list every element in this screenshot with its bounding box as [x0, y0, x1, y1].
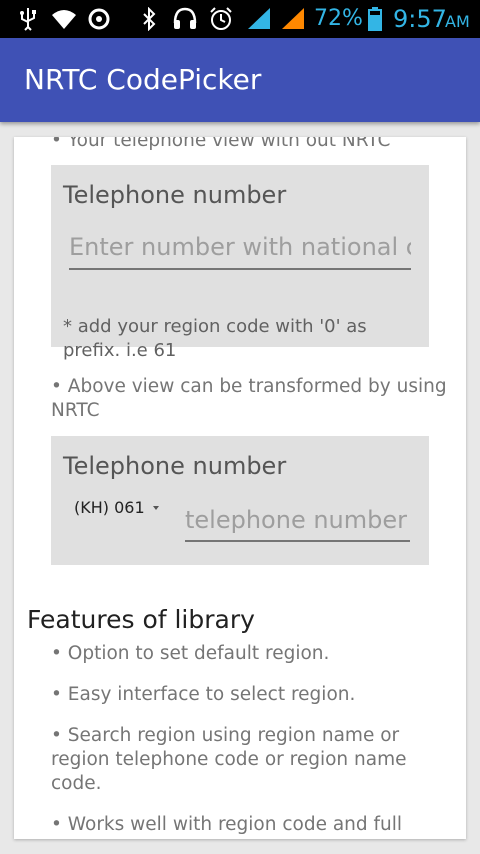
signal-icon [248, 8, 270, 29]
status-bar: 72% 9:57 AM [0, 0, 480, 38]
bullet-transform-nrtc: • Above view can be transformed by using… [51, 376, 447, 421]
telephone-number-input[interactable]: Enter number with national code [69, 233, 411, 261]
content-card[interactable]: • Your telephone view with out NRTC Tele… [14, 137, 466, 839]
app-bar: NRTC CodePicker [0, 38, 480, 122]
headset-icon [173, 7, 197, 29]
telephone-number-input[interactable]: telephone number [185, 506, 410, 534]
clock-ampm: AM [445, 12, 470, 31]
alarm-icon [210, 7, 232, 30]
region-code-label: (KH) 061 [74, 498, 145, 517]
feature-item: • Search region using region name or reg… [51, 725, 407, 794]
region-code-picker[interactable]: (KH) 061 [74, 498, 159, 517]
usb-icon [20, 8, 36, 31]
sync-icon [88, 8, 110, 30]
region-code-hint: * add your region code with '0' as prefi… [63, 316, 367, 361]
telephone-panel-nrtc: Telephone number (KH) 061 telephone numb… [51, 436, 429, 565]
input-underline [69, 268, 411, 270]
dropdown-caret-icon [152, 505, 159, 510]
features-heading: Features of library [27, 605, 255, 634]
feature-item: • Option to set default region. [51, 643, 330, 664]
clock-time: 9:57 [393, 5, 447, 33]
feature-item: • Works well with region code and full [51, 814, 403, 835]
battery-icon [368, 7, 382, 31]
battery-percent: 72% [314, 6, 363, 31]
signal-2-icon [282, 8, 304, 29]
input-underline [185, 540, 410, 542]
wifi-icon [52, 10, 76, 29]
telephone-panel-plain: Telephone number Enter number with natio… [51, 165, 429, 361]
bullet-without-nrtc: • Your telephone view with out NRTC [51, 137, 391, 151]
panel-title: Telephone number [63, 452, 287, 480]
bluetooth-icon [143, 7, 156, 31]
app-title: NRTC CodePicker [24, 63, 262, 96]
panel-title: Telephone number [63, 181, 287, 209]
feature-item: • Easy interface to select region. [51, 684, 356, 705]
